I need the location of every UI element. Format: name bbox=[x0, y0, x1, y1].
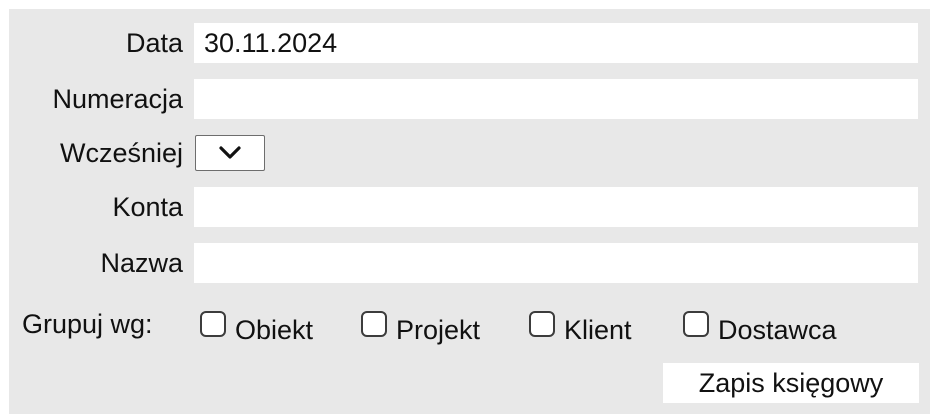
accounts-field[interactable] bbox=[194, 187, 918, 227]
group-by-client-label[interactable]: Klient bbox=[564, 310, 632, 350]
date-label: Data bbox=[125, 28, 183, 58]
group-by-supplier-label[interactable]: Dostawca bbox=[718, 310, 837, 350]
group-by-object-label[interactable]: Obiekt bbox=[235, 310, 313, 350]
group-by-label: Grupuj wg: bbox=[22, 309, 153, 339]
group-by-project-label[interactable]: Projekt bbox=[396, 310, 480, 350]
numbering-label: Numeracja bbox=[52, 84, 183, 114]
numbering-field[interactable] bbox=[194, 79, 918, 119]
journal-entry-button[interactable]: Zapis księgowy bbox=[663, 363, 919, 403]
journal-entry-form: Data Numeracja Wcześniej Konta Nazwa Gru… bbox=[9, 9, 930, 414]
group-by-object-checkbox[interactable] bbox=[200, 311, 226, 337]
group-by-project-checkbox[interactable] bbox=[361, 311, 387, 337]
group-by-client-checkbox[interactable] bbox=[529, 311, 555, 337]
earlier-select[interactable] bbox=[195, 135, 265, 171]
name-label: Nazwa bbox=[100, 248, 183, 278]
group-by-supplier-checkbox[interactable] bbox=[683, 311, 709, 337]
chevron-down-icon bbox=[219, 146, 241, 159]
date-field[interactable] bbox=[194, 23, 918, 63]
accounts-label: Konta bbox=[112, 192, 183, 222]
earlier-label: Wcześniej bbox=[59, 138, 183, 168]
name-field[interactable] bbox=[194, 243, 918, 283]
